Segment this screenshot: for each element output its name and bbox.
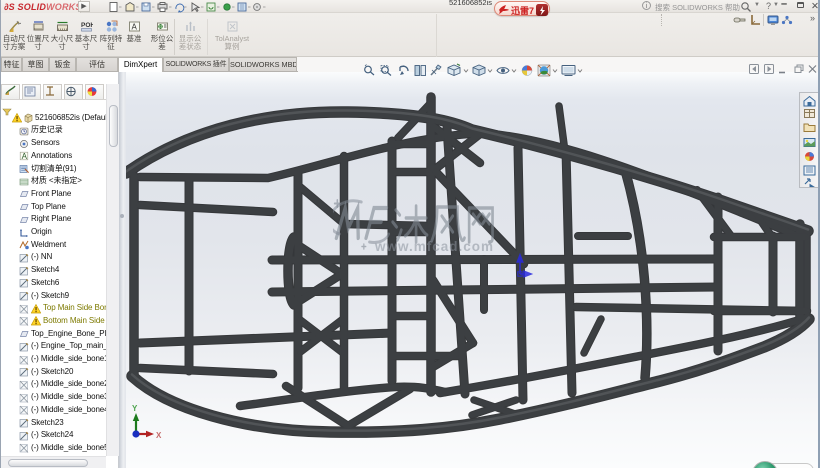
svg-text:POH: POH [81,22,93,29]
svg-text:X: X [156,431,162,440]
svg-text:Y: Y [132,404,138,413]
svg-text:A: A [131,23,137,32]
